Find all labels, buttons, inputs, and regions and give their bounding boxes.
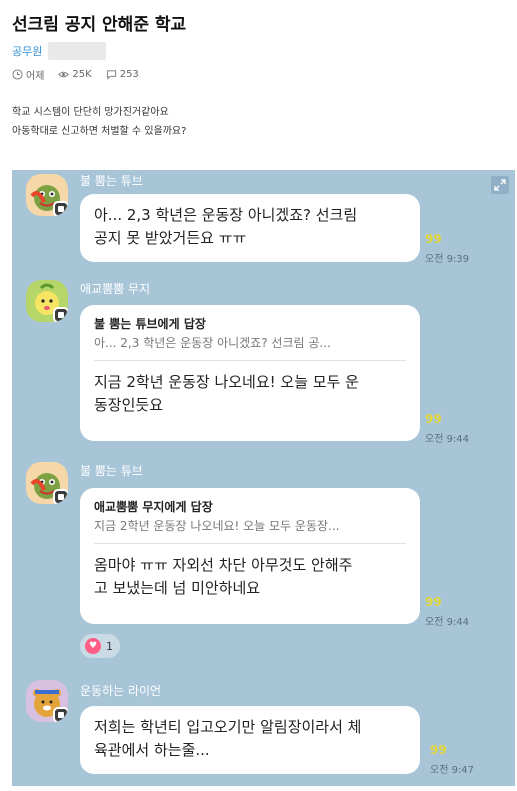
reply-quote[interactable]: 아... 2,3 학년은 운동장 아니겠죠? 선크림 공... [94,333,406,353]
post-body: 학교 시스템이 단단히 망가진거같아요 아동학대로 신고하면 처벌할 수 있을까… [12,103,186,141]
tube-avatar-icon[interactable] [26,462,68,504]
view-count: 25K [72,69,92,80]
reply-divider [94,543,406,544]
message-text: 지금 2학년 운동장 나오네요! 오늘 모두 운 [94,373,359,391]
sender-name: 불 뿜는 튜브 [80,174,143,188]
sender-name: 불 뿜는 튜브 [80,464,143,478]
unread-count: 99 [430,743,447,757]
post-time: 어제 [26,71,45,82]
author-blur [48,42,107,60]
author-row: 공무원 [12,42,107,60]
reply-target: 불 뿜는 튜브에게 답장 [94,317,206,331]
profile-badge-icon [53,707,68,722]
message-time: 오전 9:39 [425,254,470,265]
profile-badge-icon [53,307,68,322]
reaction-badge[interactable]: ♥ 1 [80,634,120,658]
message-time: 오전 9:47 [430,765,475,776]
comment-icon [106,70,116,80]
post-body-line: 아동학대로 신고하면 처벌할 수 있을까요? [12,126,187,137]
post-body-line: 학교 시스템이 단단히 망가진거같아요 [12,107,169,118]
message-text: 육관에서 하는줄... [94,741,210,759]
message-text: 아... 2,3 학년은 운동장 아니겠죠? 선크림 [94,206,358,224]
chat-screenshot: 불 뿜는 튜브 아... 2,3 학년은 운동장 아니겠죠? 선크림 공지 못 … [12,170,515,786]
comment-count: 253 [119,69,139,80]
comments-stat[interactable]: 253 [106,67,139,82]
reply-divider [94,360,406,361]
time-stat: 어제 [12,67,44,82]
message-text: 공지 못 받았거든요 ㅠㅠ [94,229,247,247]
message-time: 오전 9:44 [425,434,470,445]
reply-target: 애교뿜뿜 무지에게 답장 [94,500,213,514]
message-time: 오전 9:44 [425,617,470,628]
views-stat: 25K [58,67,92,82]
heart-icon: ♥ [85,638,101,654]
reply-bubble[interactable]: 불 뿜는 튜브에게 답장 아... 2,3 학년은 운동장 아니겠죠? 선크림 … [80,305,420,441]
post-stats: 어제 25K 253 [12,67,139,82]
unread-count: 99 [425,412,442,426]
message-text: 저희는 학년티 입고오기만 알림장이라서 체 [94,718,362,736]
expand-icon[interactable] [491,176,509,194]
muzi-avatar-icon[interactable] [26,280,68,322]
sender-name: 애교뿜뿜 무지 [80,282,151,296]
ryan-avatar-icon[interactable] [26,680,68,722]
message-text: 고 보냈는데 넘 미안하네요 [94,579,261,597]
unread-count: 99 [425,232,442,246]
reaction-count: 1 [106,639,113,653]
message-text: 옴마야 ㅠㅠ 자외선 차단 아무것도 안해주 [94,556,353,574]
reply-bubble[interactable]: 애교뿜뿜 무지에게 답장 지금 2학년 운동장 나오네요! 오늘 모두 운동장.… [80,488,420,624]
profile-badge-icon [53,489,68,504]
sender-name: 운동하는 라이언 [80,684,162,698]
clock-icon [12,69,23,80]
message-bubble[interactable]: 아... 2,3 학년은 운동장 아니겠죠? 선크림 공지 못 받았거든요 ㅠㅠ [80,194,420,262]
profile-badge-icon [53,201,68,216]
message-bubble[interactable]: 저희는 학년티 입고오기만 알림장이라서 체 육관에서 하는줄... [80,706,420,774]
author-name[interactable]: 공무원 [12,43,42,59]
tube-avatar-icon[interactable] [26,174,68,216]
unread-count: 99 [425,595,442,609]
eye-icon [58,71,70,78]
reply-quote[interactable]: 지금 2학년 운동장 나오네요! 오늘 모두 운동장... [94,516,406,536]
message-text: 동장인듯요 [94,396,164,414]
post-title: 선크림 공지 안해준 학교 [12,15,187,35]
